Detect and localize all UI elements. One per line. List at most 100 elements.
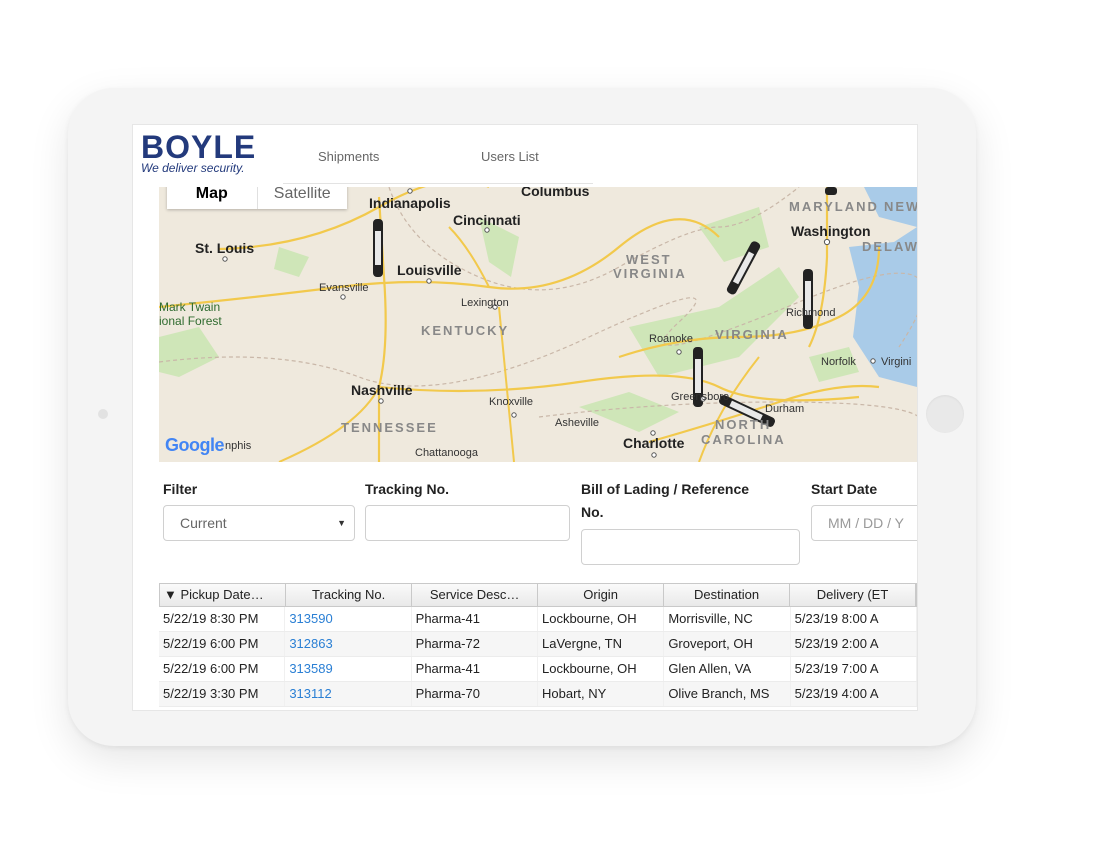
map-label-richmond: Richmond [786,307,836,319]
map-type-toggle[interactable]: Map Satellite [167,187,347,209]
tracking-input[interactable] [365,505,570,541]
cell-destination: Morrisville, NC [664,607,791,631]
col-pickup-date[interactable]: ▼ Pickup Date… [160,584,287,606]
cell-tracking-link[interactable]: 313112 [285,682,412,706]
table-row[interactable]: 5/22/19 6:00 PM 313589 Pharma-41 Lockbou… [159,657,917,682]
filter-label: Filter [163,481,198,497]
start-date-input[interactable]: MM / DD / Y [811,505,917,541]
map-label-national-forest: ional Forest [159,314,222,328]
google-logo: Google [165,435,225,456]
brand-tagline: We deliver security. [141,161,245,175]
shipments-table: ▼ Pickup Date… Tracking No. Service Desc… [159,583,917,707]
map-label-tennessee: TENNESSEE [341,420,438,435]
map-label-roanoke: Roanoke [649,333,694,345]
tracking-label: Tracking No. [365,481,450,497]
cell-destination: Glen Allen, VA [664,657,791,681]
col-origin[interactable]: Origin [538,584,665,606]
map-label-north: NORTH [715,417,772,432]
cell-pickup-date: 5/22/19 3:30 PM [159,682,286,706]
nav-shipments[interactable]: Shipments [318,149,379,164]
cell-delivery: 5/23/19 8:00 A [791,607,917,631]
appalachian-forest [629,267,799,377]
cell-delivery: 5/23/19 7:00 A [791,657,917,681]
brand-name: BOYLE [141,129,257,165]
map-label-chattanooga: Chattanooga [415,447,478,459]
map-label-nashville: Nashville [351,382,413,398]
nav-divider [283,183,593,184]
map-label-evansville: Evansville [319,282,369,294]
map-label-kentucky: KENTUCKY [421,323,510,338]
bol-label-line1: Bill of Lading / Reference [581,481,750,497]
filter-select[interactable]: Current ▼ [163,505,355,541]
map-label-knoxville: Knoxville [489,396,534,408]
highway [448,226,490,288]
google-logo-text: Google [165,435,225,455]
map-label-indianapolis: Indianapolis [369,195,451,211]
map-label-new: NEW [884,199,917,214]
map-label-virginia-beach: Virgini [881,356,912,368]
home-button[interactable] [926,395,964,433]
map-label-greensboro: Greensboro [671,391,730,403]
col-service-desc[interactable]: Service Desc… [412,584,539,606]
shipment-map[interactable]: Map Satellite Indianapolis Columbus Cinc… [159,187,917,462]
cell-origin: LaVergne, TN [538,632,665,656]
cell-destination: Olive Branch, MS [664,682,791,706]
cell-delivery: 5/23/19 2:00 A [791,632,917,656]
map-label-st-louis: St. Louis [195,240,255,256]
map-label-carolina: CAROLINA [701,432,786,447]
cell-service: Pharma-41 [412,607,538,631]
map-view-button[interactable]: Map [167,187,257,209]
bol-input[interactable] [581,529,800,565]
park-area [274,247,309,277]
map-label-west-virginia: VIRGINIA [613,266,687,281]
cell-origin: Lockbourne, OH [538,607,665,631]
map-label-cincinnati: Cincinnati [453,212,521,228]
map-label-durham: Durham [765,403,805,415]
bol-label: Bill of Lading / Reference No. [581,478,749,524]
map-label-asheville: Asheville [555,417,600,429]
map-label-maryland: MARYLAND [789,199,879,214]
table-row[interactable]: 5/22/19 6:00 PM 312863 Pharma-72 LaVergn… [159,632,917,657]
map-label-delaware: DELAW [862,239,917,254]
tracker-device[interactable] [803,269,813,329]
app-screen: BOYLE We deliver security. Shipments Use… [132,124,918,711]
app-header: BOYLE We deliver security. Shipments Use… [133,125,917,187]
map-label-virginia: VIRGINIA [715,327,789,342]
tracker-device[interactable] [373,219,383,277]
map-label-charlotte: Charlotte [623,435,685,451]
cell-destination: Groveport, OH [664,632,791,656]
col-destination[interactable]: Destination [664,584,791,606]
mark-twain-forest [159,327,219,377]
brand-logo[interactable]: BOYLE We deliver security. [141,129,257,175]
map-label-louisville: Louisville [397,262,462,278]
camera-dot [98,409,108,419]
map-label-memphis: nphis [225,440,252,452]
start-date-placeholder: MM / DD / Y [828,515,904,531]
cell-tracking-link[interactable]: 313590 [285,607,412,631]
cell-tracking-link[interactable]: 312863 [285,632,412,656]
table-row[interactable]: 5/22/19 3:30 PM 313112 Pharma-70 Hobart,… [159,682,917,707]
map-label-west: WEST [626,252,672,267]
col-delivery[interactable]: Delivery (ET [790,584,917,606]
cell-service: Pharma-41 [412,657,538,681]
bol-label-line2: No. [581,504,604,520]
table-header: ▼ Pickup Date… Tracking No. Service Desc… [159,583,917,607]
city-dots [222,188,876,458]
start-date-label: Start Date [811,481,878,497]
tracker-device[interactable] [825,187,837,195]
cell-tracking-link[interactable]: 313589 [285,657,412,681]
cell-pickup-date: 5/22/19 6:00 PM [159,657,286,681]
col-tracking-no[interactable]: Tracking No. [286,584,413,606]
cell-delivery: 5/23/19 4:00 A [791,682,917,706]
table-row[interactable]: 5/22/19 8:30 PM 313590 Pharma-41 Lockbou… [159,607,917,632]
chevron-down-icon: ▼ [337,518,346,528]
cell-origin: Hobart, NY [538,682,665,706]
satellite-view-button[interactable]: Satellite [256,187,348,209]
cell-pickup-date: 5/22/19 8:30 PM [159,607,286,631]
cell-pickup-date: 5/22/19 6:00 PM [159,632,286,656]
map-label-washington: Washington [791,223,871,239]
nav-users-list[interactable]: Users List [481,149,539,164]
cell-service: Pharma-72 [412,632,538,656]
cell-origin: Lockbourne, OH [538,657,665,681]
map-label-lexington: Lexington [461,297,509,309]
